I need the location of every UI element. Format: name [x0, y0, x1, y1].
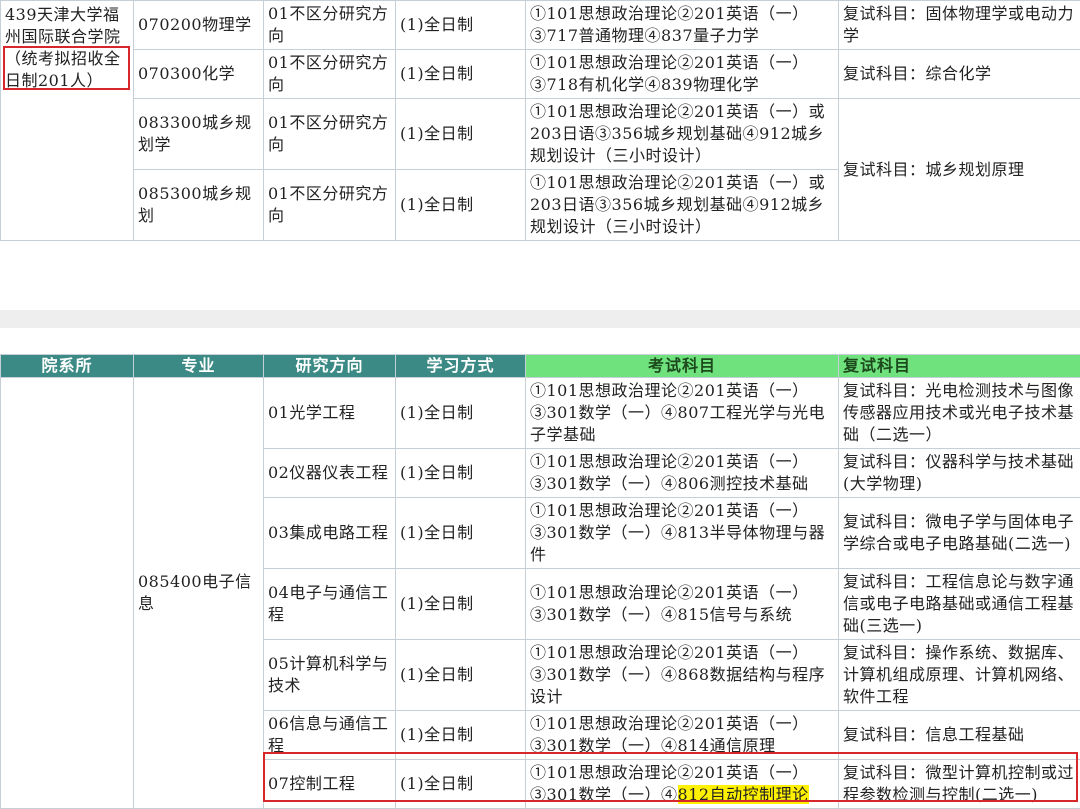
exam-cell: ①101思想政治理论②201英语（一）③717普通物理④837量子力学	[526, 1, 839, 50]
major-cell: 085300城乡规划	[134, 170, 264, 241]
header-institute: 院系所	[1, 355, 134, 378]
highlighted-subject: 812自动控制理论	[678, 785, 809, 804]
retest-cell: 复试科目：工程信息论与数字通信或电子电路基础或通信工程基础(三选一)	[839, 569, 1080, 640]
mode-cell: (1)全日制	[396, 711, 526, 760]
mode-cell: (1)全日制	[396, 99, 526, 170]
direction-cell: 01不区分研究方向	[264, 170, 396, 241]
table-row: 439天津大学福州国际联合学院（统考拟招收全日制201人） 070200物理学 …	[1, 1, 1080, 50]
mode-cell: (1)全日制	[396, 498, 526, 569]
admission-table-bottom: 院系所 专业 研究方向 学习方式 考试科目 复试科目 085400电子信息 01…	[0, 354, 1080, 809]
institute-quota-note: （统考拟招收全日制201人）	[5, 49, 121, 90]
mode-cell: (1)全日制	[396, 760, 526, 809]
major-cell: 070200物理学	[134, 1, 264, 50]
exam-cell: ①101思想政治理论②201英语（一）③301数学（一）④813半导体物理与器件	[526, 498, 839, 569]
mode-cell: (1)全日制	[396, 449, 526, 498]
exam-cell: ①101思想政治理论②201英语（一）③718有机化学④839物理化学	[526, 50, 839, 99]
direction-cell: 06信息与通信工程	[264, 711, 396, 760]
direction-cell: 01不区分研究方向	[264, 50, 396, 99]
mode-cell: (1)全日制	[396, 640, 526, 711]
institute-cell	[1, 378, 134, 809]
direction-cell: 01光学工程	[264, 378, 396, 449]
mode-cell: (1)全日制	[396, 50, 526, 99]
table-row: 083300城乡规划学 01不区分研究方向 (1)全日制 ①101思想政治理论②…	[1, 99, 1080, 170]
header-retest: 复试科目	[839, 355, 1080, 378]
exam-cell: ①101思想政治理论②201英语（一）③301数学（一）④812自动控制理论	[526, 760, 839, 809]
direction-cell: 02仪器仪表工程	[264, 449, 396, 498]
mode-cell: (1)全日制	[396, 170, 526, 241]
institute-name: 439天津大学福州国际联合学院	[5, 5, 121, 46]
table-row: 070300化学 01不区分研究方向 (1)全日制 ①101思想政治理论②201…	[1, 50, 1080, 99]
page-separator	[0, 310, 1080, 328]
header-exam: 考试科目	[526, 355, 839, 378]
retest-cell: 复试科目：城乡规划原理	[839, 99, 1080, 241]
direction-cell: 01不区分研究方向	[264, 1, 396, 50]
exam-cell: ①101思想政治理论②201英语（一）③301数学（一）④806测控技术基础	[526, 449, 839, 498]
table-header-row: 院系所 专业 研究方向 学习方式 考试科目 复试科目	[1, 355, 1080, 378]
mode-cell: (1)全日制	[396, 569, 526, 640]
header-direction: 研究方向	[264, 355, 396, 378]
header-major: 专业	[134, 355, 264, 378]
major-cell: 085400电子信息	[134, 378, 264, 809]
direction-cell: 04电子与通信工程	[264, 569, 396, 640]
header-mode: 学习方式	[396, 355, 526, 378]
retest-cell: 复试科目：微电子学与固体电子学综合或电子电路基础(二选一)	[839, 498, 1080, 569]
direction-cell: 07控制工程	[264, 760, 396, 809]
direction-cell: 03集成电路工程	[264, 498, 396, 569]
retest-cell: 复试科目：操作系统、数据库、计算机组成原理、计算机网络、软件工程	[839, 640, 1080, 711]
mode-cell: (1)全日制	[396, 1, 526, 50]
exam-cell: ①101思想政治理论②201英语（一）或203日语③356城乡规划基础④912城…	[526, 99, 839, 170]
exam-cell: ①101思想政治理论②201英语（一）③301数学（一）④814通信原理	[526, 711, 839, 760]
retest-cell: 复试科目：信息工程基础	[839, 711, 1080, 760]
exam-cell: ①101思想政治理论②201英语（一）③301数学（一）④807工程光学与光电子…	[526, 378, 839, 449]
exam-cell: ①101思想政治理论②201英语（一）③301数学（一）④868数据结构与程序设…	[526, 640, 839, 711]
direction-cell: 05计算机科学与技术	[264, 640, 396, 711]
direction-cell: 01不区分研究方向	[264, 99, 396, 170]
retest-cell: 复试科目：微型计算机控制或过程参数检测与控制(二选一)	[839, 760, 1080, 809]
retest-cell: 复试科目：固体物理学或电动力学	[839, 1, 1080, 50]
major-cell: 070300化学	[134, 50, 264, 99]
retest-cell: 复试科目：综合化学	[839, 50, 1080, 99]
exam-cell: ①101思想政治理论②201英语（一）③301数学（一）④815信号与系统	[526, 569, 839, 640]
exam-cell: ①101思想政治理论②201英语（一）或203日语③356城乡规划基础④912城…	[526, 170, 839, 241]
mode-cell: (1)全日制	[396, 378, 526, 449]
institute-cell: 439天津大学福州国际联合学院（统考拟招收全日制201人）	[1, 1, 134, 241]
retest-cell: 复试科目：仪器科学与技术基础(大学物理)	[839, 449, 1080, 498]
major-cell: 083300城乡规划学	[134, 99, 264, 170]
table-row: 085400电子信息 01光学工程 (1)全日制 ①101思想政治理论②201英…	[1, 378, 1080, 449]
admission-table-top: 439天津大学福州国际联合学院（统考拟招收全日制201人） 070200物理学 …	[0, 0, 1080, 241]
retest-cell: 复试科目：光电检测技术与图像传感器应用技术或光电子技术基础（二选一）	[839, 378, 1080, 449]
